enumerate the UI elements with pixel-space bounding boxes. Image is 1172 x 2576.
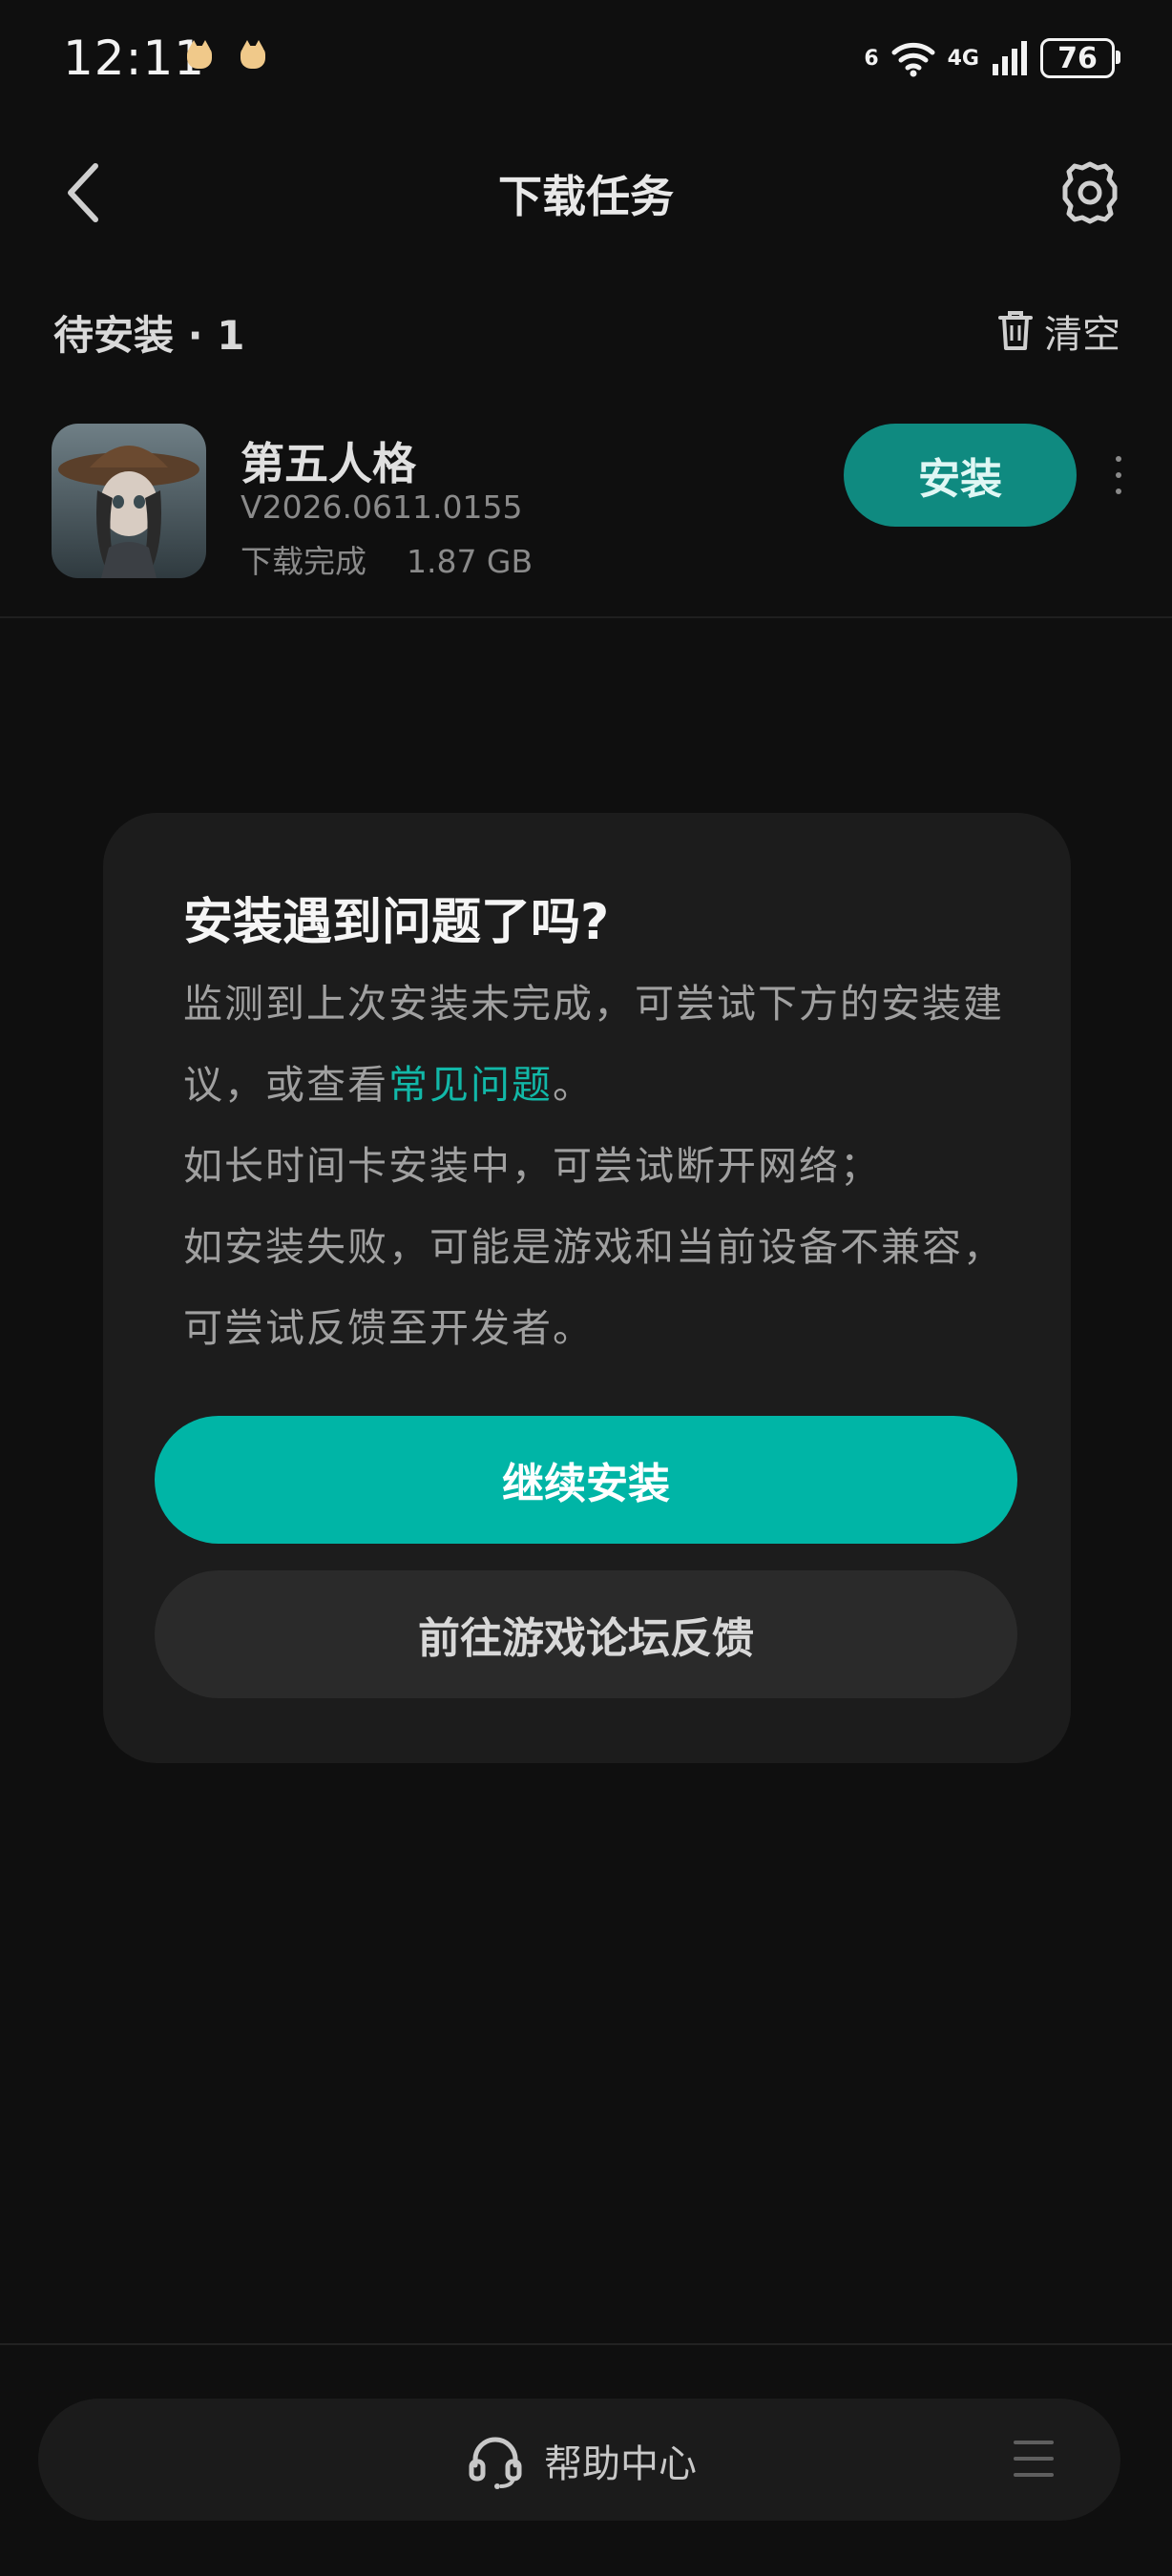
dialog-paragraph-3: 如安装失败，可能是游戏和当前设备不兼容，可尝试反馈至开发者。	[183, 1224, 1004, 1351]
section-title: 待安装 · 1	[53, 312, 245, 359]
cat-face-icon	[187, 40, 212, 69]
network-type: 4G	[947, 46, 979, 71]
app-name: 第五人格	[241, 438, 416, 489]
dot	[1116, 472, 1121, 478]
forum-feedback-button[interactable]: 前往游戏论坛反馈	[155, 1570, 1017, 1698]
battery-level: 76	[1057, 41, 1098, 75]
dialog-title: 安装遇到问题了吗?	[183, 894, 610, 951]
wifi-label: 6	[864, 46, 879, 71]
divider	[0, 616, 1172, 618]
install-button[interactable]: 安装	[844, 424, 1077, 527]
app-download-status: 下载完成 1.87 GB	[241, 543, 534, 580]
faq-link[interactable]: 常见问题	[388, 1062, 553, 1108]
signal-icon	[993, 41, 1027, 75]
menu-line	[1014, 2473, 1054, 2477]
gear-icon	[1062, 161, 1118, 224]
cat-face-icon	[241, 40, 265, 69]
dot	[1116, 456, 1121, 462]
headset-icon	[469, 2437, 522, 2489]
menu-line	[1014, 2441, 1054, 2444]
battery-icon: 76	[1040, 38, 1120, 78]
trash-icon	[998, 311, 1033, 350]
menu-line	[1014, 2457, 1054, 2461]
dialog-paragraph-1: 监测到上次安装未完成，可尝试下方的安装建议，或查看常见问题。	[183, 964, 1004, 1126]
dialog-body: 监测到上次安装未完成，可尝试下方的安装建议，或查看常见问题。 如长时间卡安装中，…	[183, 964, 1004, 1369]
divider	[0, 2343, 1172, 2345]
dialog-text: 监测到上次安装未完成，可尝试下方的安装建议，或查看	[183, 981, 1004, 1108]
app-icon[interactable]	[52, 424, 206, 578]
help-center-label: 帮助中心	[544, 2442, 697, 2486]
clear-label: 清空	[1044, 313, 1120, 357]
app-version: V2026.0611.0155	[241, 488, 523, 526]
clear-button[interactable]: 清空	[996, 303, 1120, 359]
status-time: 12:11	[63, 31, 206, 86]
page-title: 下载任务	[498, 171, 674, 222]
dialog-text: 。	[553, 1062, 594, 1108]
dialog-paragraph-2: 如长时间卡安装中，可尝试断开网络；	[183, 1143, 881, 1189]
help-center-button[interactable]: 帮助中心	[466, 2431, 697, 2490]
dot	[1116, 488, 1121, 494]
continue-install-button[interactable]: 继续安装	[155, 1416, 1017, 1544]
settings-button[interactable]	[1056, 158, 1124, 227]
status-indicators: 6 4G 76	[864, 34, 1120, 82]
menu-icon[interactable]	[1014, 2441, 1054, 2477]
wifi-icon	[891, 42, 935, 77]
more-options-button[interactable]	[1113, 456, 1124, 494]
